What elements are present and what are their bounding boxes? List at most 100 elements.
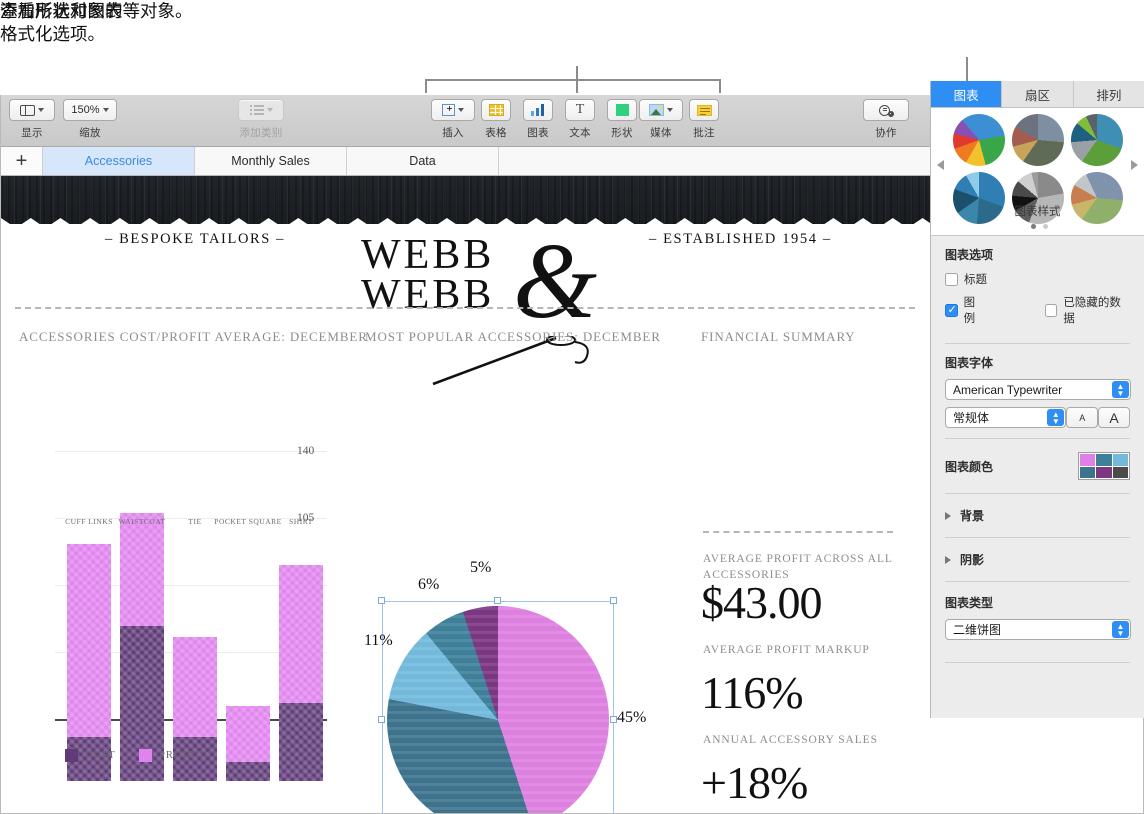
ytick-140: 140: [297, 445, 327, 457]
resize-handle-tc[interactable]: [494, 597, 501, 604]
hidden-data-checkbox[interactable]: [1045, 304, 1058, 317]
decrease-font-size-button[interactable]: A: [1066, 407, 1098, 428]
bar-segment-cost: [226, 762, 270, 781]
color-swatch-5[interactable]: [1096, 467, 1111, 479]
font-family-value: American Typewriter: [953, 383, 1062, 397]
chart-button[interactable]: [523, 99, 553, 121]
increase-font-size-button[interactable]: A: [1098, 407, 1130, 428]
bar-segment-profit: [67, 544, 111, 737]
pie-chart-title: MOST POPULAR ACCESSORIES: DECEMBER: [365, 329, 661, 345]
toolbar-media[interactable]: 媒体: [639, 99, 683, 140]
chart-type-select[interactable]: 二维饼图 ▲▼: [945, 619, 1131, 640]
bar-category-label: WAISTCOAT: [119, 517, 166, 526]
shape-button[interactable]: [607, 99, 637, 121]
toolbar-view[interactable]: 显示: [9, 99, 55, 140]
color-swatch-4[interactable]: [1080, 467, 1095, 479]
bar-segment-profit: [173, 637, 217, 737]
bar-pocket-square[interactable]: POCKET SQUARE: [226, 513, 270, 781]
bar-segment-profit: [120, 513, 164, 626]
color-swatch-6[interactable]: [1113, 467, 1128, 479]
financial-value-avg-profit: $43.00: [701, 576, 822, 629]
chart-style-3[interactable]: [1071, 114, 1123, 166]
toolbar-zoom[interactable]: 150% 缩放: [63, 99, 117, 140]
toolbar-text[interactable]: T 文本: [559, 99, 601, 140]
chart-type-stepper[interactable]: ▲▼: [1112, 621, 1129, 638]
chart-font-heading: 图表字体: [945, 354, 1130, 371]
toolbar-insert[interactable]: 插入: [431, 99, 475, 140]
resize-handle-tl[interactable]: [378, 597, 385, 604]
chart-legend-checkbox[interactable]: [945, 304, 958, 317]
chart-title-label: 标题: [964, 271, 987, 287]
legend-swatch-cost: [65, 749, 78, 762]
background-section[interactable]: 背景: [931, 494, 1144, 537]
disclosure-triangle-icon[interactable]: [945, 512, 951, 520]
insert-button[interactable]: [431, 99, 475, 121]
text-button[interactable]: T: [565, 99, 595, 121]
color-swatch-3[interactable]: [1113, 454, 1128, 466]
chevron-down-icon: [667, 108, 673, 112]
add-sheet-button[interactable]: +: [1, 147, 43, 175]
shadow-section[interactable]: 阴影: [931, 538, 1144, 581]
styles-next-arrow[interactable]: [1131, 160, 1138, 170]
toolbar-comment[interactable]: 批注: [683, 99, 725, 140]
chart-style-1[interactable]: [953, 114, 1005, 166]
pie-chart[interactable]: 45% 33% 11% 6% 5%: [382, 601, 614, 813]
toolbar-table[interactable]: 表格: [475, 99, 517, 140]
increase-font-size-label: A: [1109, 410, 1118, 426]
inspector-tab-wedges[interactable]: 扇区: [1002, 81, 1073, 107]
callout-left-bracket-top: [425, 79, 720, 81]
sheet-tab-data[interactable]: Data: [347, 147, 499, 175]
media-label: 媒体: [639, 125, 683, 140]
chart-style-2[interactable]: [1012, 114, 1064, 166]
chevron-down-icon: [103, 108, 109, 112]
color-swatch-2[interactable]: [1096, 454, 1111, 466]
inspector-tab-arrange[interactable]: 排列: [1074, 81, 1144, 107]
font-family-stepper[interactable]: ▲▼: [1112, 381, 1129, 398]
chart-title-checkbox[interactable]: [945, 273, 958, 286]
comment-button[interactable]: [689, 99, 719, 121]
styles-prev-arrow[interactable]: [937, 160, 944, 170]
inspector-tab-chart[interactable]: 图表: [931, 81, 1002, 107]
zoom-button[interactable]: 150%: [63, 99, 117, 121]
financial-value-markup: 116%: [701, 666, 803, 719]
divider-top: [15, 307, 915, 309]
bar-cuff-links[interactable]: CUFF LINKS: [67, 513, 111, 781]
media-button[interactable]: [639, 99, 683, 121]
toolbar-collaborate[interactable]: 协作: [863, 99, 909, 140]
sheet-tab-accessories[interactable]: Accessories: [43, 147, 195, 175]
font-weight-stepper[interactable]: ▲▼: [1047, 409, 1064, 426]
resize-handle-mr[interactable]: [610, 716, 617, 723]
font-family-select[interactable]: American Typewriter ▲▼: [945, 379, 1131, 400]
toolbar-chart[interactable]: 图表: [517, 99, 559, 140]
callout-format-options: 查看所选对象的 格式化选项。: [0, 0, 123, 46]
chart-title-checkbox-row[interactable]: 标题: [945, 271, 1130, 287]
chevron-down-icon: [458, 108, 464, 112]
pie-label-shirts: 45%: [617, 709, 646, 727]
disclosure-triangle-icon[interactable]: [945, 556, 951, 564]
table-button[interactable]: [481, 99, 511, 121]
resize-handle-ml[interactable]: [378, 716, 385, 723]
chart-color-swatches[interactable]: [1078, 452, 1130, 480]
chart-styles-gallery[interactable]: 图表样式: [931, 108, 1144, 236]
chart-legend-label: 图例: [964, 294, 986, 326]
collaborate-button[interactable]: [863, 99, 909, 121]
resize-handle-tr[interactable]: [610, 597, 617, 604]
color-swatch-1[interactable]: [1080, 454, 1095, 466]
styles-page-dot-2[interactable]: [1043, 224, 1048, 229]
font-weight-select[interactable]: 常规体 ▲▼: [945, 407, 1066, 428]
legend-label-profit: PROFIT: [159, 750, 201, 761]
view-button[interactable]: [9, 99, 55, 121]
pie-label-tie: 6%: [418, 576, 439, 594]
bar-segment-profit: [226, 706, 270, 762]
bar-chart[interactable]: 140 105 70 35 0 CUFF LINKS WAISTCOAT: [17, 451, 327, 781]
bar-shirt[interactable]: SHIRT: [279, 513, 323, 781]
add-category-label: 添加类别: [238, 125, 284, 140]
bar-tie[interactable]: TIE: [173, 513, 217, 781]
toolbar-shape[interactable]: 形状: [601, 99, 643, 140]
sheet-tab-monthly-sales[interactable]: Monthly Sales: [195, 147, 347, 175]
toolbar-add-category: 添加类别: [238, 99, 284, 140]
bar-waistcoat[interactable]: WAISTCOAT: [120, 513, 164, 781]
gridline-140: [55, 451, 327, 452]
styles-page-dot-active[interactable]: [1031, 224, 1036, 229]
document-canvas[interactable]: – BESPOKE TAILORS – – ESTABLISHED 1954 –…: [1, 176, 930, 813]
